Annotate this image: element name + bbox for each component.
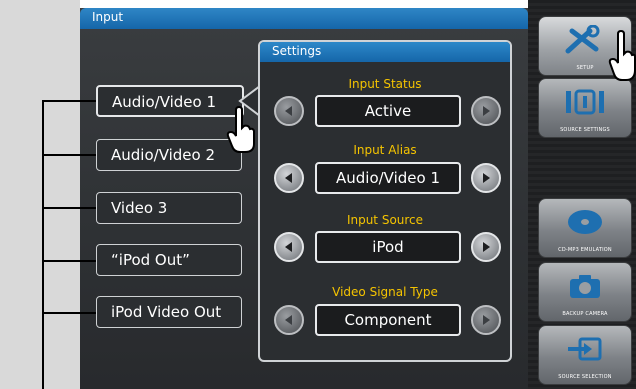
hand-pointer-icon (608, 30, 636, 81)
source-settings-caption: SOURCE SETTINGS (560, 127, 610, 133)
input-alias-label: Input Alias (353, 143, 417, 157)
source-button-ipod-out[interactable]: “iPod Out” (96, 244, 242, 276)
input-status-next-button[interactable] (471, 96, 501, 126)
backup-camera-caption: BACKUP CAMERA (562, 311, 608, 317)
tools-icon (565, 25, 600, 54)
input-status-label: Input Status (348, 77, 422, 91)
input-alias-next-button[interactable] (471, 163, 501, 193)
input-source-value: iPod (315, 231, 461, 263)
input-status-prev-button[interactable] (274, 96, 304, 126)
arrow-right-icon (483, 315, 490, 325)
source-selection-icon (568, 337, 602, 361)
source-selection-caption: SOURCE SELECTION (558, 374, 612, 380)
input-alias-prev-button[interactable] (274, 163, 304, 193)
callout-line-1 (42, 100, 98, 102)
cd-mp3-emulation-button[interactable]: CD-MP3 EMULATION (538, 198, 632, 258)
arrow-left-icon (285, 242, 292, 252)
source-button-video-3[interactable]: Video 3 (96, 192, 242, 224)
input-source-prev-button[interactable] (274, 232, 304, 262)
video-signal-type-next-button[interactable] (471, 305, 501, 335)
source-button-audio-video-2[interactable]: Audio/Video 2 (96, 139, 242, 171)
callout-line-5 (42, 312, 98, 314)
arrow-left-icon (285, 315, 292, 325)
settings-title: Settings (272, 44, 322, 58)
left-margin (0, 0, 80, 389)
settings-header: Settings (260, 42, 510, 62)
camera-icon (570, 275, 600, 298)
arrow-right-icon (483, 173, 490, 183)
input-source-label: Input Source (346, 213, 424, 227)
arrow-left-icon (285, 106, 292, 116)
backup-camera-button[interactable]: BACKUP CAMERA (538, 262, 632, 322)
source-button-ipod-video-out[interactable]: iPod Video Out (96, 296, 242, 328)
arrow-left-icon (285, 173, 292, 183)
source-settings-icon (566, 89, 604, 115)
callout-line-3 (42, 207, 98, 209)
source-selection-button[interactable]: SOURCE SELECTION (538, 325, 632, 385)
callout-line-4 (42, 260, 98, 262)
callout-line-2 (42, 154, 98, 156)
source-button-audio-video-1[interactable]: Audio/Video 1 (96, 85, 244, 117)
screen-title: Input (92, 10, 124, 24)
input-source-next-button[interactable] (471, 232, 501, 262)
input-status-value: Active (315, 95, 461, 127)
disc-icon (568, 210, 602, 234)
hand-pointer-icon (226, 106, 255, 153)
cd-mp3-emulation-caption: CD-MP3 EMULATION (558, 247, 612, 253)
callout-vertical-line (42, 100, 44, 389)
arrow-right-icon (483, 106, 490, 116)
input-alias-value: Audio/Video 1 (315, 162, 461, 194)
source-settings-button[interactable]: SOURCE SETTINGS (538, 78, 632, 138)
video-signal-type-prev-button[interactable] (274, 305, 304, 335)
arrow-right-icon (483, 242, 490, 252)
video-signal-type-label: Video Signal Type (332, 285, 438, 299)
video-signal-type-value: Component (315, 304, 461, 336)
screen-header: Input (80, 8, 528, 29)
